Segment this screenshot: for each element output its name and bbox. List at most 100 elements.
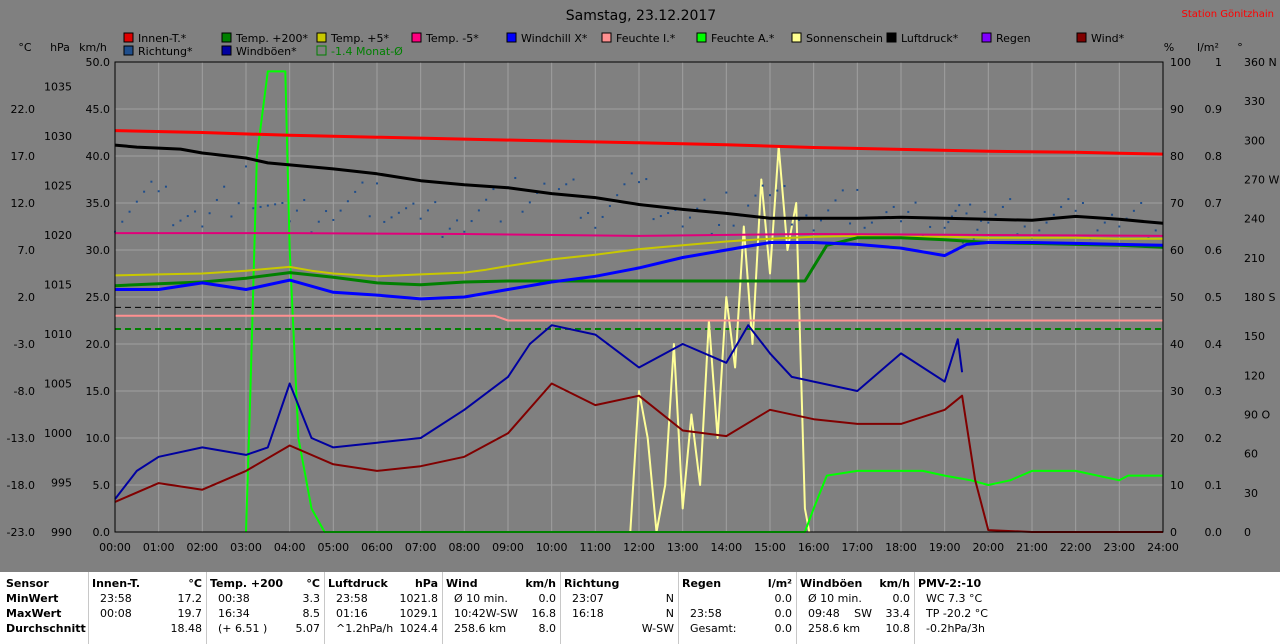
x-tick-label: 16:00 — [798, 541, 830, 554]
pressure-tick-label: 1005 — [44, 378, 72, 391]
stats-section-unit: km/h — [879, 577, 910, 590]
legend-swatch — [316, 45, 327, 56]
rain-tick-label: 0.4 — [1205, 338, 1223, 351]
pressure-tick-label: 995 — [51, 477, 72, 490]
direction-point — [900, 220, 902, 223]
direction-point — [274, 203, 277, 206]
legend: Innen-T.* Temp. +200* Temp. +5* Temp. -5* Wi… — [123, 32, 1125, 58]
stats-cell-value: 8.5 — [302, 607, 321, 620]
direction-point — [1023, 225, 1026, 228]
rain-tick-label: 0.2 — [1205, 432, 1223, 445]
direction-point — [907, 210, 910, 213]
direction-tick-label: 330 — [1244, 95, 1265, 108]
direction-point — [426, 209, 429, 212]
wind-tick-label: 25.0 — [86, 291, 111, 304]
stats-section-title: Wind — [446, 577, 478, 590]
direction-point — [237, 202, 240, 205]
unit-humidity: % — [1164, 41, 1174, 54]
direction-point — [834, 199, 837, 202]
stats-section-unit: °C — [188, 577, 202, 590]
stats-section: Windböen km/h Ø 10 min. 0.0 09:48 SW 33.4 258.6… — [800, 576, 910, 640]
legend-swatch — [886, 32, 897, 43]
stats-separator — [678, 572, 679, 644]
direction-point — [790, 223, 793, 226]
direction-point — [521, 210, 524, 213]
direction-point — [1096, 229, 1099, 232]
stats-section: Luftdruck hPa 23:58 1021.8 01:16 1029.1 ^1.2hP… — [328, 576, 438, 640]
direction-point — [849, 222, 852, 225]
legend-swatch — [981, 32, 992, 43]
humidity-tick-label: 100 — [1170, 56, 1191, 69]
rain-tick-label: 0.7 — [1205, 197, 1223, 210]
pressure-tick-label: 1015 — [44, 279, 72, 292]
stats-cell-value: 1024.4 — [399, 622, 439, 635]
direction-point — [943, 226, 946, 229]
legend-label: Windböen* — [236, 45, 297, 58]
direction-point — [448, 227, 451, 230]
direction-point — [601, 215, 604, 218]
direction-point — [143, 190, 146, 193]
stats-cell-value: 19.7 — [177, 607, 203, 620]
direction-tick-label: 180 S — [1244, 291, 1275, 304]
x-tick-label: 01:00 — [143, 541, 175, 554]
legend-swatch — [221, 32, 232, 43]
stats-cell-label: Gesamt: — [690, 622, 737, 635]
direction-point — [325, 210, 328, 213]
wind-tick-label: 5.0 — [93, 479, 111, 492]
legend-item: Windchill X* — [506, 32, 588, 45]
stats-section-title: Windböen — [800, 577, 863, 590]
stats-separator — [442, 572, 443, 644]
temp-tick-label: -23.0 — [7, 526, 35, 539]
stats-cell-value: 33.4 — [885, 607, 911, 620]
direction-point — [295, 209, 298, 212]
direction-point — [885, 211, 888, 214]
stats-cell-value: 10.8 — [885, 622, 911, 635]
wind-tick-label: 45.0 — [86, 103, 111, 116]
legend-item: Luftdruck* — [886, 32, 959, 45]
direction-point — [135, 200, 138, 203]
direction-point — [441, 235, 444, 238]
direction-point — [405, 207, 408, 210]
direction-tick-label: 360 N — [1244, 56, 1277, 69]
stats-cell-value: 0.0 — [774, 622, 793, 635]
humidity-tick-label: 50 — [1170, 291, 1184, 304]
temp-tick-label: 22.0 — [11, 103, 36, 116]
wind-tick-label: 10.0 — [86, 432, 111, 445]
direction-point — [572, 178, 575, 181]
legend-label: -1.4 Monat-Ø — [331, 45, 403, 58]
direction-point — [976, 228, 979, 231]
direction-point — [1045, 221, 1048, 224]
legend-label: Temp. +200* — [235, 32, 309, 45]
x-tick-label: 06:00 — [361, 541, 393, 554]
stats-section: Regen l/m² 0.0 23:58 0.0 Gesamt: 0.0 — [682, 576, 792, 640]
direction-point — [252, 207, 255, 210]
legend-label: Regen — [996, 32, 1031, 45]
humidity-tick-label: 90 — [1170, 103, 1184, 116]
x-tick-label: 24:00 — [1147, 541, 1179, 554]
direction-point — [1154, 229, 1157, 232]
x-tick-label: 21:00 — [1016, 541, 1048, 554]
wind-tick-label: 20.0 — [86, 338, 111, 351]
legend-item: Sonnenschein — [791, 32, 883, 45]
direction-point — [725, 191, 728, 194]
direction-point — [1118, 225, 1121, 228]
stats-section: PMV-2:-10 WC 7.3 °C TP -20.2 °C -0.2hPa/3h — [918, 576, 1028, 640]
stats-separator — [206, 572, 207, 644]
direction-tick-label: 60 — [1244, 448, 1258, 461]
legend-label: Feuchte I.* — [616, 32, 676, 45]
rain-tick-label: 0.9 — [1205, 103, 1223, 116]
x-tick-label: 05:00 — [317, 541, 349, 554]
direction-point — [164, 185, 167, 188]
stats-cell-dir: W-SW — [485, 607, 518, 620]
direction-point — [623, 183, 626, 186]
direction-point — [397, 211, 400, 214]
direction-point — [492, 188, 495, 191]
stats-cell-value: 18.48 — [170, 622, 203, 635]
temp-tick-label: -18.0 — [7, 479, 35, 492]
rain-tick-label: 0.1 — [1205, 479, 1223, 492]
stats-separator — [88, 572, 89, 644]
x-tick-label: 07:00 — [405, 541, 437, 554]
direction-point — [870, 221, 873, 224]
unit-direction: ° — [1237, 41, 1243, 54]
stats-cell-value: 0.0 — [774, 607, 793, 620]
